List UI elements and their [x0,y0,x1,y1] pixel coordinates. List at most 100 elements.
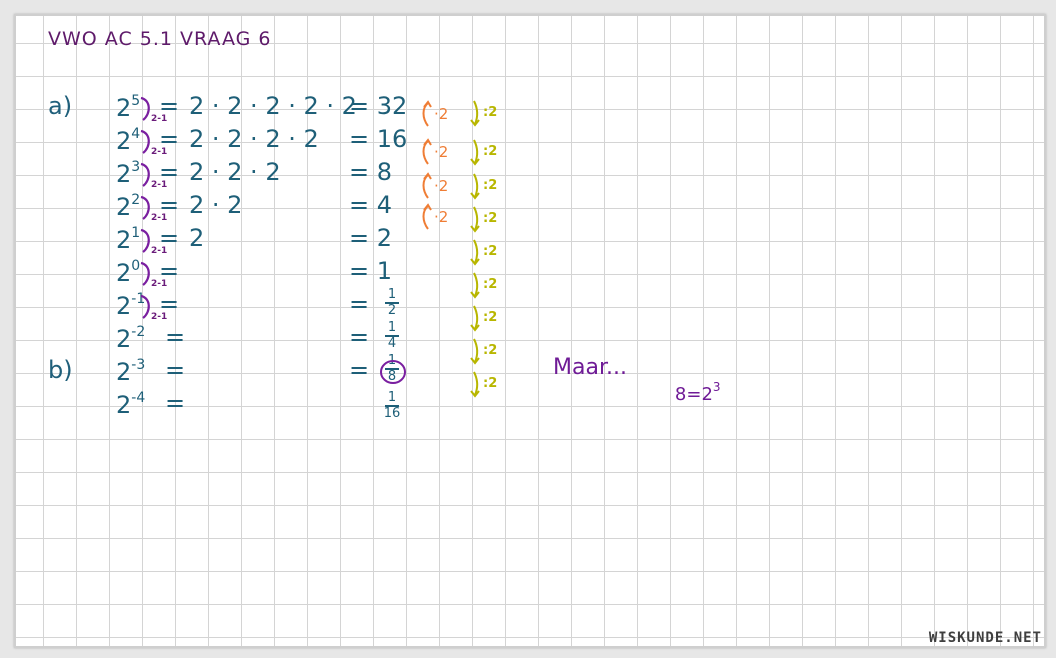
power-term: 2-3 [116,358,145,384]
divide-label: :2 [483,310,498,325]
product-expression: 2 · 2 [189,191,243,219]
power-base: 2 [116,226,132,254]
maar-equation: 8=23 [652,363,721,422]
power-exponent: -4 [131,390,146,406]
page-title: VWO AC 5.1 VRAAG 6 [48,28,272,50]
down-arrow-icon [470,206,480,233]
multiply-label: ·2 [434,105,449,123]
down-arrow-icon [470,371,480,398]
down-arrow-path [470,305,480,332]
down-arrow-path [470,239,480,266]
power-base: 2 [116,193,132,221]
equals-sign: = [165,389,186,417]
step-bracket-curve [140,96,150,121]
up-arrow-path [422,100,432,127]
equals-sign: = [165,356,186,384]
result-value: = 8 [349,158,393,186]
step-bracket-curve [140,228,150,253]
power-term: 25 [116,94,140,120]
fraction-numerator: 1 [387,287,397,302]
step-bracket-curve [140,294,150,319]
power-base: 2 [116,325,132,353]
equals-sign: = [349,290,370,318]
step-bracket-curve [140,129,150,154]
divide-label: :2 [483,211,498,226]
maar-base: 2 [701,384,713,405]
power-base: 2 [116,94,132,122]
equals-sign: = [159,125,180,153]
watermark: WISKUNDE.NET [928,630,1042,646]
power-term: 2-2 [116,325,145,351]
power-exponent: -3 [131,357,146,373]
step-bracket-curve [140,195,150,220]
fraction-denominator: 16 [383,405,401,421]
power-term: 2-4 [116,391,145,417]
fraction-numerator: 1 [387,320,397,335]
down-arrow-path [470,206,480,233]
product-expression: 2 · 2 · 2 · 2 [189,125,319,153]
fraction-denominator: 2 [387,302,397,318]
equals-sign: = [159,92,180,120]
down-arrow-path [470,272,480,299]
power-base: 2 [116,259,132,287]
up-arrow-path [422,203,432,230]
maar-lhs: 8 [674,384,687,405]
down-arrow-icon [470,338,480,365]
down-arrow-icon [470,173,480,200]
equals-sign: = [159,224,180,252]
equals-sign: = [159,290,180,318]
up-arrow-path [422,138,432,165]
maar-eq-sign: = [686,384,702,405]
power-term: 21 [116,226,140,252]
divide-label: :2 [483,144,498,159]
fraction-value: 14 [382,321,402,350]
power-base: 2 [116,391,132,419]
down-arrow-icon [470,239,480,266]
divide-label: :2 [483,376,498,391]
step-bracket-curve [140,261,150,286]
fraction-value: 12 [382,288,402,317]
fraction-value: 1 16 [382,391,402,420]
power-term: 24 [116,127,140,153]
product-expression: 2 · 2 · 2 · 2 · 2 [189,92,357,120]
multiply-label: ·2 [434,143,449,161]
maar-text: Maar... [553,355,627,380]
fraction-numerator: 1 [387,390,397,405]
equals-sign: = [165,323,186,351]
equals-sign: = [159,257,180,285]
power-term: 20 [116,259,140,285]
power-base: 2 [116,358,132,386]
divide-label: :2 [483,277,498,292]
down-arrow-icon [470,305,480,332]
whiteboard: VWO AC 5.1 VRAAG 6 a) b) 25 2-1 = 2 · 2 · 2… [0,0,1056,658]
label-a: a) [48,92,73,120]
divide-label: :2 [483,105,498,120]
up-arrow-path [422,172,432,199]
down-arrow-path [470,139,480,166]
result-value: = 2 [349,224,393,252]
down-arrow-path [470,100,480,127]
divide-label: :2 [483,343,498,358]
multiply-label: ·2 [434,177,449,195]
product-expression: 2 · 2 · 2 [189,158,281,186]
down-arrow-icon [470,272,480,299]
power-base: 2 [116,127,132,155]
down-arrow-icon [470,139,480,166]
highlight-circle [380,360,406,384]
label-b: b) [48,356,73,384]
maar-exponent: 3 [712,380,721,394]
down-arrow-path [470,173,480,200]
product-expression: 2 [189,224,205,252]
power-term: 22 [116,193,140,219]
down-arrow-path [470,338,480,365]
down-arrow-icon [470,100,480,127]
result-value: = 16 [349,125,408,153]
equals-sign: = [349,323,370,351]
power-exponent: -2 [131,324,146,340]
down-arrow-path [470,371,480,398]
divide-label: :2 [483,244,498,259]
equals-sign: = [159,158,180,186]
result-value: = 1 [349,257,393,285]
fraction-denominator: 4 [387,335,397,351]
divide-label: :2 [483,178,498,193]
